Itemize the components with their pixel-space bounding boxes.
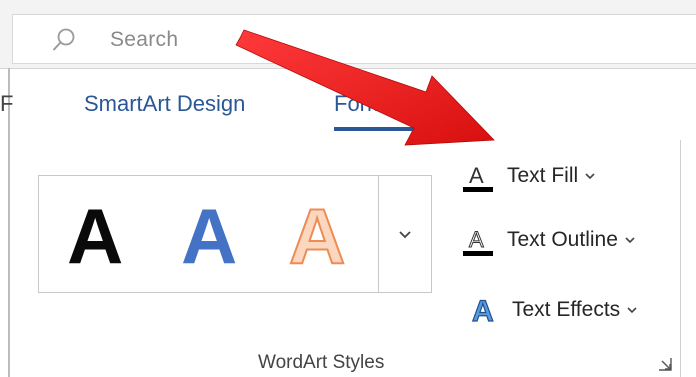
title-bar: Search	[0, 0, 696, 69]
chevron-down-icon	[625, 237, 635, 244]
tab-format[interactable]: Format	[334, 91, 404, 117]
chevron-down-icon	[585, 173, 595, 180]
svg-text:A: A	[469, 227, 484, 252]
search-placeholder: Search	[110, 28, 179, 51]
tab-smartart-design[interactable]: SmartArt Design	[84, 91, 245, 117]
group-label-wordart-styles: WordArt Styles	[258, 352, 385, 373]
search-icon	[52, 28, 75, 51]
active-tab-indicator	[334, 127, 426, 131]
text-outline-label: Text Outline	[507, 228, 618, 251]
tab-partial[interactable]: F	[0, 91, 13, 117]
text-effects-button[interactable]: A Text Effects	[468, 292, 638, 328]
wordart-style-black[interactable]: A	[67, 196, 123, 276]
wordart-style-orange-outline[interactable]: A	[288, 195, 346, 277]
text-effects-label: Text Effects	[512, 298, 621, 321]
ribbon-border	[680, 140, 681, 377]
text-fill-button[interactable]: A Text Fill	[462, 158, 596, 194]
text-fill-icon: A	[463, 163, 493, 192]
wordart-style-blue[interactable]: A	[181, 196, 237, 276]
dialog-launcher-icon[interactable]	[657, 356, 673, 372]
text-outline-button[interactable]: A Text Outline	[462, 222, 636, 258]
svg-text:A: A	[472, 295, 494, 327]
search-box[interactable]: Search	[12, 14, 696, 64]
chevron-down-icon	[627, 307, 637, 314]
text-outline-icon: A	[463, 227, 493, 256]
svg-text:A: A	[469, 163, 484, 188]
text-fill-label: Text Fill	[507, 164, 579, 187]
text-effects-icon: A	[471, 294, 494, 327]
gallery-more-button[interactable]	[379, 176, 431, 292]
wordart-styles-gallery: A A A	[38, 175, 432, 293]
chevron-down-icon	[399, 230, 411, 238]
